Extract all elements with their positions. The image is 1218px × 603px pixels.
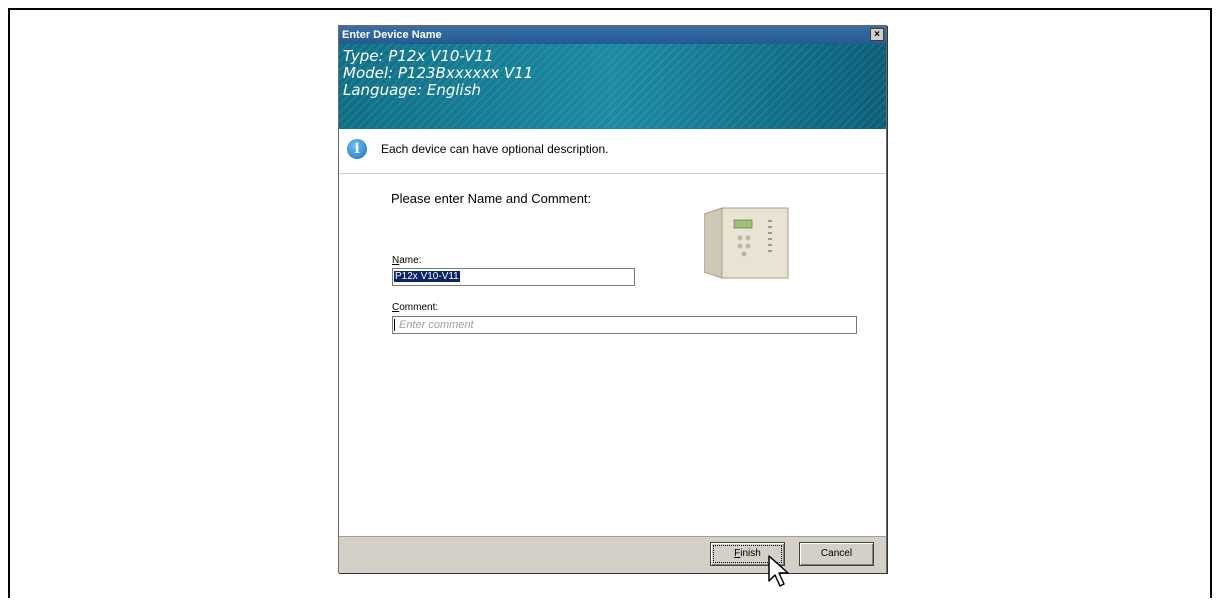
enter-device-name-dialog: Enter Device Name × Type: P12x V10-V11 M…	[338, 25, 887, 587]
name-label: Name:	[392, 255, 422, 266]
info-text: Each device can have optional descriptio…	[381, 142, 609, 156]
info-row: i Each device can have optional descript…	[339, 129, 886, 174]
comment-placeholder: Enter comment	[399, 319, 474, 331]
device-image	[704, 207, 789, 279]
device-info-banner: Type: P12x V10-V11 Model: P123Bxxxxxx V1…	[339, 44, 886, 129]
banner-language: Language: English	[343, 81, 482, 99]
banner-model: Model: P123Bxxxxxx V11	[343, 64, 534, 82]
text-caret	[394, 319, 395, 331]
close-button[interactable]: ×	[870, 28, 884, 41]
comment-label: Comment:	[392, 302, 439, 313]
mouse-pointer-icon	[768, 555, 789, 587]
name-input[interactable]: P12x V10-V11	[392, 268, 635, 286]
cancel-button[interactable]: Cancel	[799, 542, 874, 566]
close-icon: ×	[874, 29, 880, 40]
dialog-title: Enter Device Name	[342, 29, 442, 41]
dialog-titlebar: Enter Device Name ×	[339, 26, 886, 44]
info-icon: i	[347, 139, 367, 159]
name-input-value: P12x V10-V11	[394, 271, 460, 282]
form-prompt: Please enter Name and Comment:	[391, 191, 592, 206]
comment-input[interactable]: Enter comment	[392, 316, 857, 334]
banner-type: Type: P12x V10-V11	[343, 47, 494, 65]
dialog-footer: Finish Cancel	[339, 536, 886, 573]
